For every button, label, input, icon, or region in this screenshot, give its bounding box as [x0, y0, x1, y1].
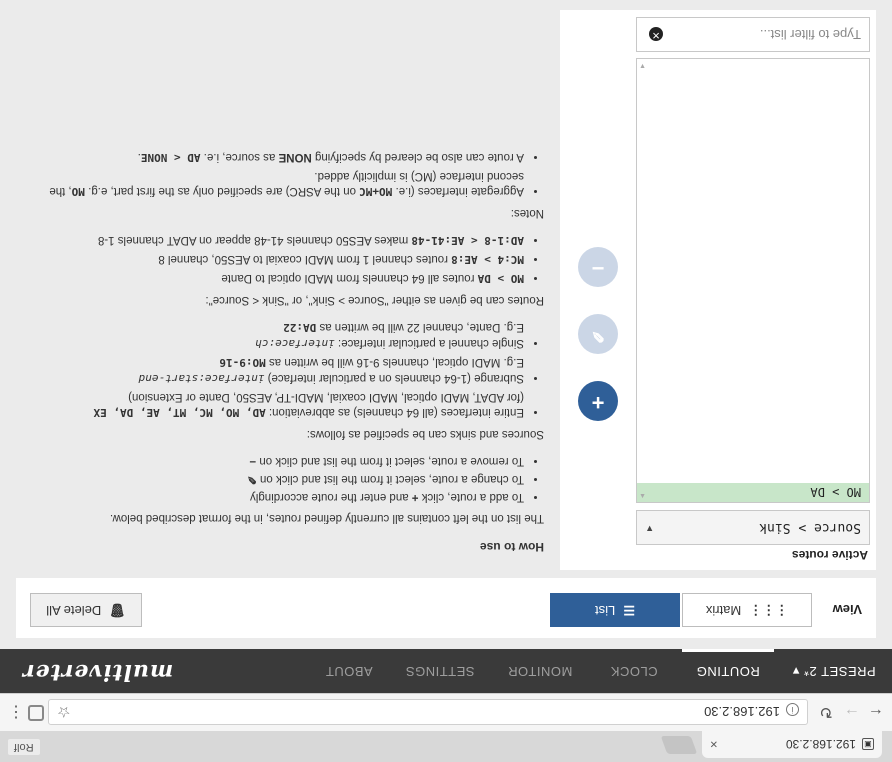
- matrix-label: Matrix: [705, 603, 742, 618]
- example-item: MO > DA routes all 64 channels from MADI…: [32, 270, 524, 286]
- info-icon[interactable]: i: [786, 703, 799, 716]
- remove-route-button[interactable]: −: [578, 247, 618, 287]
- content-area: View ⋮⋮⋮ Matrix ☰ List 🗑 Delete All Active …: [0, 0, 892, 649]
- active-routes-heading: Active routes: [791, 548, 868, 562]
- action-change: To change a route, select it from the li…: [32, 471, 524, 486]
- notes-title: Notes:: [510, 207, 544, 219]
- help-panel: How to use The list on the left contains…: [16, 10, 560, 570]
- action-add: To add a route, click + and enter the ro…: [32, 489, 524, 504]
- reload-icon[interactable]: ↻: [816, 702, 836, 722]
- browser-toolbar: ← → ↻ i 192.168.2.30 ☆ ⋮: [0, 693, 892, 731]
- address-bar[interactable]: i 192.168.2.30 ☆: [48, 699, 808, 725]
- clear-filter-icon[interactable]: ✕: [649, 27, 663, 41]
- filter-placeholder: Type to filter list...: [759, 27, 861, 42]
- delete-all-button[interactable]: 🗑 Delete All: [30, 593, 142, 627]
- favicon-icon: ▣: [862, 738, 874, 750]
- browser-tab[interactable]: ▣ 192.168.2.30 ×: [702, 731, 882, 758]
- trash-icon: 🗑: [109, 603, 126, 618]
- spec-subrange: Subrange (1-64 channels on a particular …: [32, 354, 524, 386]
- nav-tab-about[interactable]: ABOUT: [312, 649, 386, 693]
- tab-title: 192.168.2.30: [785, 737, 856, 751]
- pencil-icon: ✎: [591, 327, 605, 344]
- preset-menu[interactable]: PRESET 2* ▾: [784, 649, 884, 693]
- brand-logo: multiverter: [22, 659, 174, 685]
- delete-all-label: Delete All: [46, 603, 102, 618]
- app-nav: PRESET 2* ▾ ROUTING CLOCK MONITOR SETTIN…: [0, 649, 892, 693]
- matrix-view-button[interactable]: ⋮⋮⋮ Matrix: [682, 593, 812, 627]
- nav-tab-settings[interactable]: SETTINGS: [394, 649, 486, 693]
- nav-tab-routing[interactable]: ROUTING: [682, 649, 774, 693]
- example-item: AD:1-8 < AE:41-48 makes AES50 channels 4…: [32, 232, 524, 248]
- forward-arrow-icon[interactable]: →: [842, 704, 862, 722]
- spec-entire: Entire interfaces (all 64 channels) as a…: [32, 389, 524, 420]
- add-route-button[interactable]: +: [578, 381, 618, 421]
- profile-badge[interactable]: Rolf: [8, 739, 40, 755]
- nav-tab-clock[interactable]: CLOCK: [594, 649, 674, 693]
- help-title: How to use: [479, 540, 544, 554]
- list-icon: ☰: [623, 603, 635, 618]
- url-text: 192.168.2.30: [704, 704, 780, 719]
- bookmark-star-icon[interactable]: ☆: [57, 703, 70, 721]
- note-aggregate: Aggregate interfaces (i.e. MO+MC on the …: [32, 168, 524, 199]
- action-list: To add a route, click + and enter the ro…: [32, 453, 524, 504]
- routing-panel: Active routes Source > Sink ▼ MO > DA ▲ …: [16, 10, 876, 570]
- view-toolbar: View ⋮⋮⋮ Matrix ☰ List 🗑 Delete All: [16, 578, 876, 638]
- action-remove: To remove a route, select it from the li…: [32, 453, 524, 468]
- example-item: MC:4 > AE:8 routes channel 1 from MADI c…: [32, 251, 524, 267]
- route-format-value: Source > Sink: [759, 520, 861, 535]
- spec-single: Single channel a particular interface: i…: [32, 319, 524, 351]
- close-tab-icon[interactable]: ×: [710, 737, 718, 752]
- sources-intro: Sources and sinks can be specified as fo…: [306, 428, 544, 440]
- minus-icon: −: [591, 256, 605, 281]
- example-list: MO > DA routes all 64 channels from MADI…: [32, 232, 524, 286]
- route-format-select[interactable]: Source > Sink ▼: [636, 510, 870, 545]
- browser-tab-bar: ▣ 192.168.2.30 × Rolf: [0, 731, 892, 762]
- minus-icon: −: [249, 455, 257, 467]
- extension-icon[interactable]: [28, 705, 44, 721]
- edit-route-button[interactable]: ✎: [578, 314, 618, 354]
- nav-tab-monitor[interactable]: MONITOR: [494, 649, 586, 693]
- scroll-up-icon[interactable]: ▲: [639, 492, 646, 499]
- pencil-icon: ✎: [247, 473, 257, 485]
- notes-list: Aggregate interfaces (i.e. MO+MC on the …: [32, 149, 524, 199]
- list-view-button[interactable]: ☰ List: [550, 593, 680, 627]
- route-list-item[interactable]: MO > DA: [637, 483, 869, 502]
- scroll-down-icon[interactable]: ▼: [639, 62, 646, 69]
- list-label: List: [595, 603, 616, 618]
- filter-input[interactable]: Type to filter list... ✕: [636, 17, 870, 52]
- help-intro: The list on the left contains all curren…: [109, 512, 544, 524]
- plus-icon: +: [411, 491, 419, 503]
- dropdown-arrow-icon: ▼: [647, 523, 653, 533]
- route-list[interactable]: MO > DA ▲ ▼: [636, 58, 870, 503]
- back-arrow-icon[interactable]: ←: [866, 704, 886, 722]
- routes-intro: Routes can be given as either "Source > …: [205, 294, 544, 306]
- note-clear: A route can also be cleared by specifyin…: [32, 149, 524, 165]
- view-label: View: [832, 602, 862, 617]
- grid-icon: ⋮⋮⋮: [749, 603, 789, 618]
- new-tab-button[interactable]: [660, 736, 698, 754]
- spec-list: Entire interfaces (all 64 channels) as a…: [32, 319, 524, 420]
- browser-menu-icon[interactable]: ⋮: [8, 702, 24, 722]
- plus-icon: +: [591, 390, 605, 415]
